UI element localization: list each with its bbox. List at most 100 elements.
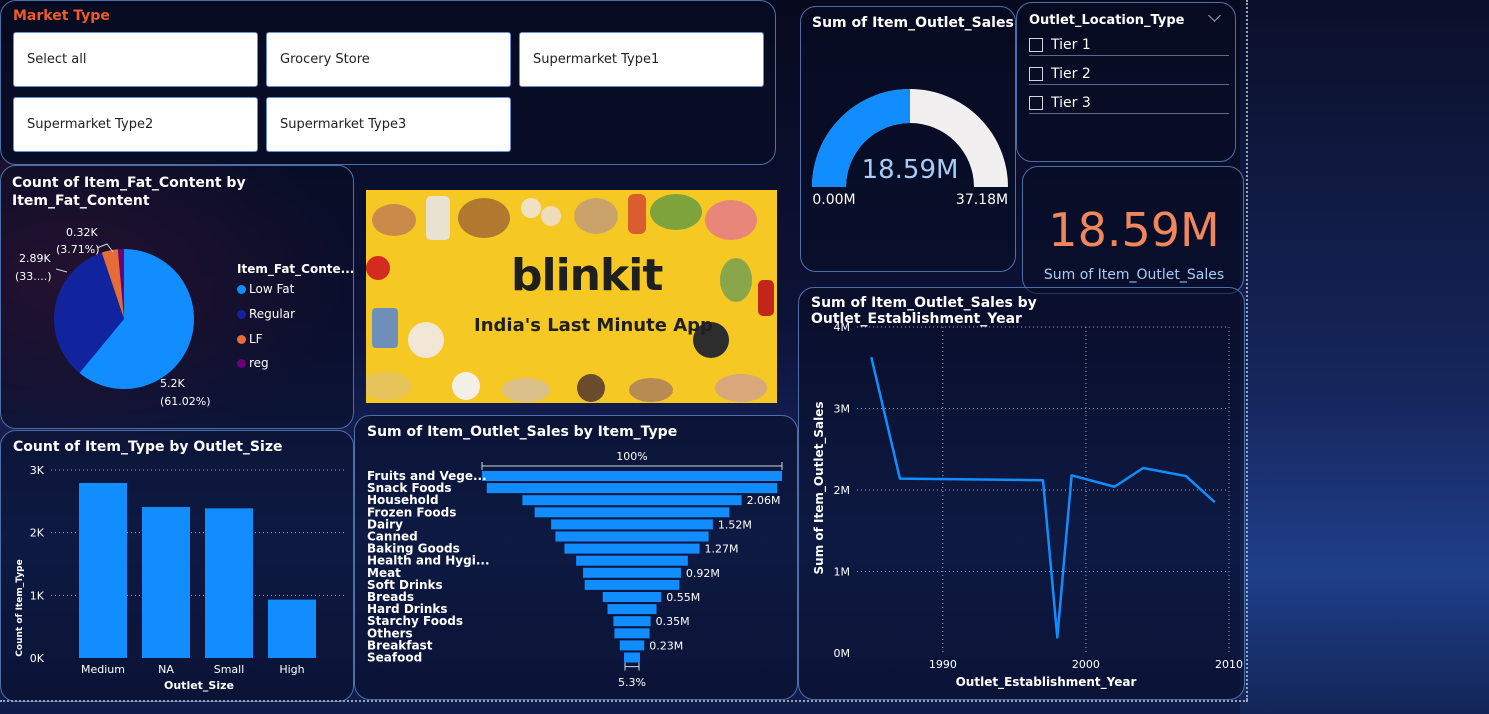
bar-x-tick-label: NA xyxy=(158,663,174,676)
legend-dot-icon xyxy=(237,334,246,344)
bar-x-axis-title: Outlet_Size xyxy=(164,679,234,692)
tier-option-3[interactable]: Tier 3 xyxy=(1029,92,1229,114)
line-x-axis-title: Outlet_Establishment_Year xyxy=(956,675,1137,690)
funnel-bar xyxy=(614,628,650,639)
market-type-slicer: Market Type Select all Grocery Store Sup… xyxy=(0,0,776,165)
line-series xyxy=(870,356,1216,639)
slicer-option-supermarket-type2[interactable]: Supermarket Type2 xyxy=(13,97,258,152)
funnel-top-label: 100% xyxy=(616,450,647,463)
funnel-data-label: 1.52M xyxy=(718,518,752,531)
gauge-card: Sum of Item_Outlet_Sales 18.59M 0.00M 37… xyxy=(800,6,1016,272)
pie-label-lf-value: 0.32K xyxy=(66,226,98,239)
funnel-bar xyxy=(607,604,657,615)
chevron-down-icon[interactable] xyxy=(1208,9,1221,22)
tier-option-label: Tier 3 xyxy=(1051,94,1091,111)
tier-option-2[interactable]: Tier 2 xyxy=(1029,63,1229,85)
kpi-card: 18.59M Sum of Item_Outlet_Sales xyxy=(1022,166,1244,294)
line-x-tick-label: 2000 xyxy=(1072,658,1100,671)
pie-label-regular-pct: (33....) xyxy=(15,270,52,283)
pie-chart: 5.2K (61.02%) 2.89K (33....) 0.32K (3.71… xyxy=(15,226,211,408)
legend-dot-icon xyxy=(237,309,246,319)
page-border-divider xyxy=(1246,0,1248,700)
pie-leader-line xyxy=(55,268,68,273)
bar-chart-card: Count of Item_Type by Outlet_Size Count … xyxy=(0,430,354,702)
slicer-option-select-all[interactable]: Select all xyxy=(13,32,258,87)
blinkit-banner: blinkit India's Last Minute App xyxy=(366,190,777,403)
slicer-option-grocery-store[interactable]: Grocery Store xyxy=(266,32,511,87)
line-chart: Sum of Item_Outlet_Sales Outlet_Establis… xyxy=(812,321,1243,690)
kpi-label: Sum of Item_Outlet_Sales xyxy=(1043,267,1225,283)
blinkit-logo: blinkit xyxy=(511,250,663,301)
checkbox-icon[interactable] xyxy=(1029,66,1043,81)
funnel-bottom-label: 5.3% xyxy=(618,676,646,689)
bar-y-axis-title: Count of Item_Type xyxy=(15,559,25,656)
line-y-tick-label: 4M xyxy=(834,321,851,334)
gauge-chart: 18.59M 0.00M 37.18M xyxy=(812,89,1008,208)
legend-label: reg xyxy=(249,356,269,370)
location-slicer: Outlet_Location_Type Tier 1 Tier 2 Tier … xyxy=(1016,2,1236,162)
funnel-chart: 100% 5.3% Fruits and Vege...Snack FoodsH… xyxy=(367,450,783,689)
funnel-bar xyxy=(534,507,730,518)
page-border-divider-bottom xyxy=(0,700,1248,702)
pie-label-lf-pct: (3.71%) xyxy=(56,243,100,256)
funnel-chart-card: Sum of Item_Outlet_Sales by Item_Type 10… xyxy=(354,415,798,700)
legend-item-low-fat[interactable]: Low Fat xyxy=(237,282,294,296)
funnel-category-label: Seafood xyxy=(367,651,422,665)
legend-label: Regular xyxy=(249,307,296,321)
checkbox-icon[interactable] xyxy=(1029,95,1043,110)
funnel-bar xyxy=(613,616,651,627)
bar-x-tick-label: High xyxy=(279,663,304,676)
legend-dot-icon xyxy=(237,284,246,294)
funnel-bar xyxy=(551,519,713,530)
pie-label-regular-value: 2.89K xyxy=(19,252,51,265)
funnel-data-label: 1.27M xyxy=(705,543,739,556)
gauge-title: Sum of Item_Outlet_Sales xyxy=(812,15,1014,31)
slicer-option-supermarket-type1[interactable]: Supermarket Type1 xyxy=(519,32,764,87)
line-x-tick-label: 1990 xyxy=(929,658,957,671)
funnel-bar xyxy=(576,555,688,566)
gauge-max-label: 37.18M xyxy=(956,192,1008,208)
line-y-tick-label: 3M xyxy=(834,403,851,416)
line-y-tick-label: 1M xyxy=(834,566,851,579)
funnel-bar xyxy=(564,543,700,554)
slicer-option-supermarket-type3[interactable]: Supermarket Type3 xyxy=(266,97,511,152)
tier-option-1[interactable]: Tier 1 xyxy=(1029,34,1229,56)
line-x-tick-label: 2010 xyxy=(1215,658,1243,671)
bar-medium xyxy=(79,482,127,658)
line-y-tick-label: 2M xyxy=(834,484,851,497)
gauge-min-label: 0.00M xyxy=(812,192,855,208)
funnel-bar xyxy=(522,495,742,506)
funnel-data-label: 0.35M xyxy=(656,615,690,628)
line-chart-card: Sum of Item_Outlet_Sales by Outlet_Estab… xyxy=(798,287,1245,700)
funnel-data-label: 0.23M xyxy=(649,639,683,652)
funnel-bar xyxy=(583,567,681,578)
line-y-axis-title: Sum of Item_Outlet_Sales xyxy=(812,402,827,575)
bar-na xyxy=(142,506,190,658)
funnel-data-label: 0.92M xyxy=(686,567,720,580)
kpi-value: 18.59M xyxy=(1048,203,1220,257)
pie-label-lowfat-pct: (61.02%) xyxy=(160,395,211,408)
funnel-bar xyxy=(602,592,662,602)
bar-y-tick-label: 0K xyxy=(30,652,45,665)
legend-item-lf[interactable]: LF xyxy=(237,332,263,346)
gauge-value-label: 18.59M xyxy=(862,155,959,185)
funnel-bar xyxy=(555,531,709,542)
bar-x-tick-label: Small xyxy=(214,663,245,676)
funnel-bar xyxy=(619,640,645,651)
bar-y-tick-label: 1K xyxy=(30,589,45,602)
blinkit-tagline: India's Last Minute App xyxy=(474,315,713,336)
bar-y-tick-label: 3K xyxy=(30,464,45,477)
bar-x-tick-label: Medium xyxy=(81,663,125,676)
bar-small xyxy=(205,508,253,658)
pie-legend-title: Item_Fat_Conte... xyxy=(237,262,355,276)
legend-item-reg[interactable]: reg xyxy=(237,356,269,370)
funnel-bar xyxy=(624,652,640,663)
checkbox-icon[interactable] xyxy=(1029,37,1043,52)
legend-dot-icon xyxy=(237,358,246,368)
funnel-bar xyxy=(584,579,680,590)
pie-chart-card: Count of Item_Fat_Content by Item_Fat_Co… xyxy=(0,165,354,429)
market-type-title: Market Type xyxy=(13,8,110,24)
legend-item-regular[interactable]: Regular xyxy=(237,307,295,321)
pie-label-lowfat-value: 5.2K xyxy=(160,377,185,390)
funnel-bar xyxy=(482,471,782,481)
